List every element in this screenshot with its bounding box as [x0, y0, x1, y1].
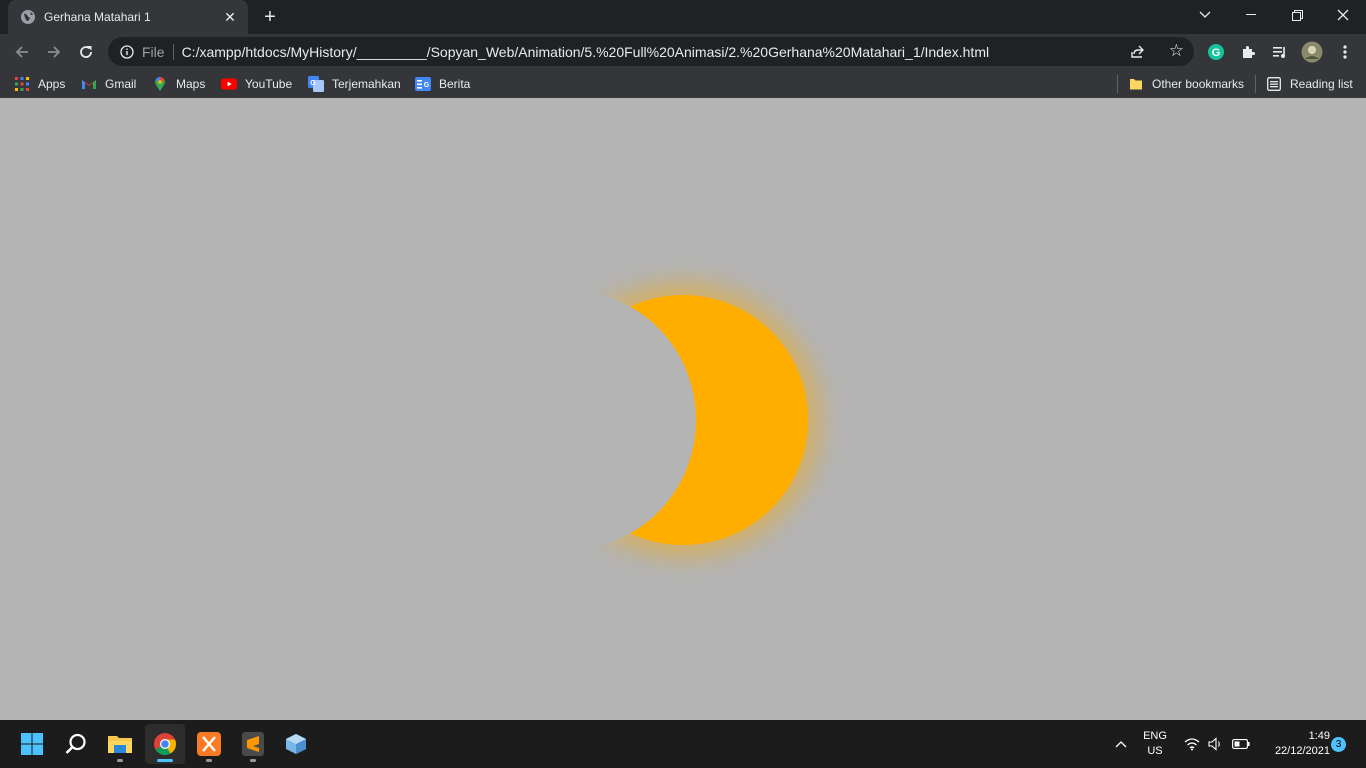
gmail-icon: [81, 76, 97, 92]
omnibox-divider: [172, 43, 174, 60]
bookmark-label: Apps: [38, 77, 66, 91]
kebab-menu-icon[interactable]: [1333, 40, 1357, 64]
clock-time: 1:49: [1308, 730, 1330, 742]
back-button[interactable]: [10, 40, 34, 64]
windows-taskbar: ENG US 1:49 22/12/2021: [0, 720, 1366, 768]
search-icon[interactable]: [56, 724, 96, 764]
file-explorer-icon[interactable]: [100, 724, 140, 764]
language-code: ENG: [1143, 730, 1167, 742]
youtube-icon: [221, 76, 237, 92]
wifi-icon[interactable]: [1182, 720, 1202, 768]
puzzle-icon[interactable]: [1236, 40, 1260, 64]
language-indicator[interactable]: ENG US: [1140, 729, 1170, 759]
running-indicator: [117, 759, 123, 762]
svg-text:G: G: [310, 80, 316, 87]
bookmarks-bar: Apps Gmail Maps YouTube G Terjemahkan G …: [0, 70, 1366, 98]
bookmark-berita[interactable]: G Berita: [415, 74, 470, 94]
url-scheme-label: File: [142, 43, 165, 60]
bookmark-terjemahkan[interactable]: G Terjemahkan: [308, 74, 401, 94]
browser-tab[interactable]: Gerhana Matahari 1 ✕: [8, 0, 248, 34]
close-window-button[interactable]: [1320, 0, 1366, 30]
bookmark-apps[interactable]: Apps: [14, 74, 65, 94]
browser-toolbar: File C:/xampp/htdocs/MyHistory/_________…: [0, 34, 1366, 70]
language-region: US: [1147, 745, 1163, 757]
other-bookmarks-label: Other bookmarks: [1152, 77, 1245, 91]
news-icon: G: [415, 76, 431, 92]
restore-button[interactable]: [1274, 0, 1320, 30]
translate-icon: G: [308, 76, 324, 92]
minimize-button[interactable]: [1228, 0, 1274, 30]
3d-box-icon[interactable]: [276, 724, 316, 764]
globe-icon: [20, 9, 36, 25]
running-indicator: [250, 759, 256, 762]
bookmark-label: YouTube: [245, 77, 293, 91]
reading-list-button[interactable]: Reading list: [1266, 74, 1353, 94]
active-indicator: [157, 759, 173, 762]
chevron-up-icon[interactable]: [1110, 720, 1132, 768]
bookmark-gmail[interactable]: Gmail: [81, 74, 136, 94]
bookmark-label: Maps: [176, 77, 206, 91]
folder-icon: [1128, 76, 1144, 92]
browser-titlebar: Gerhana Matahari 1 ✕ +: [0, 0, 1366, 34]
apps-grid-icon: [14, 76, 30, 92]
battery-icon[interactable]: [1230, 720, 1252, 768]
bookmark-label: Gmail: [105, 77, 137, 91]
profile-avatar-icon[interactable]: [1300, 40, 1324, 64]
tab-search-chevron-icon[interactable]: [1182, 0, 1228, 30]
chrome-icon[interactable]: [145, 724, 185, 764]
bookmark-maps[interactable]: Maps: [152, 74, 205, 94]
bookmark-star-icon[interactable]: ☆: [1169, 42, 1184, 59]
volume-icon[interactable]: [1206, 720, 1226, 768]
bookmark-label: Berita: [439, 77, 471, 91]
other-bookmarks-folder[interactable]: Other bookmarks: [1128, 74, 1244, 94]
url-text[interactable]: C:/xampp/htdocs/MyHistory/_________/Sopy…: [182, 44, 990, 60]
bookmarks-divider: [1255, 75, 1256, 93]
grammarly-icon[interactable]: G: [1204, 40, 1228, 64]
xampp-icon[interactable]: [189, 724, 229, 764]
sublime-text-icon[interactable]: [233, 724, 273, 764]
reading-list-icon: [1266, 76, 1282, 92]
svg-text:G: G: [1212, 47, 1221, 59]
share-icon[interactable]: [1130, 43, 1146, 64]
page-viewport: [0, 99, 1366, 720]
svg-text:G: G: [424, 82, 430, 89]
address-bar[interactable]: File C:/xampp/htdocs/MyHistory/_________…: [108, 37, 1194, 66]
bookmark-youtube[interactable]: YouTube: [221, 74, 292, 94]
moon: [444, 291, 696, 549]
clock-date: 22/12/2021: [1274, 745, 1330, 757]
close-tab-icon[interactable]: ✕: [222, 9, 238, 26]
windows-start-icon[interactable]: [12, 724, 52, 764]
new-tab-button[interactable]: +: [260, 7, 280, 27]
info-icon[interactable]: [120, 44, 134, 59]
bookmarks-divider: [1117, 75, 1118, 93]
forward-button[interactable]: [42, 40, 66, 64]
reading-list-label: Reading list: [1290, 77, 1353, 91]
system-clock[interactable]: 1:49 22/12/2021: [1258, 729, 1330, 759]
media-control-icon[interactable]: [1268, 40, 1292, 64]
tab-title: Gerhana Matahari 1: [44, 10, 151, 24]
notification-badge[interactable]: 3: [1331, 737, 1346, 752]
bookmark-label: Terjemahkan: [332, 77, 401, 91]
reload-button[interactable]: [74, 40, 98, 64]
running-indicator: [206, 759, 212, 762]
maps-icon: [152, 76, 168, 92]
